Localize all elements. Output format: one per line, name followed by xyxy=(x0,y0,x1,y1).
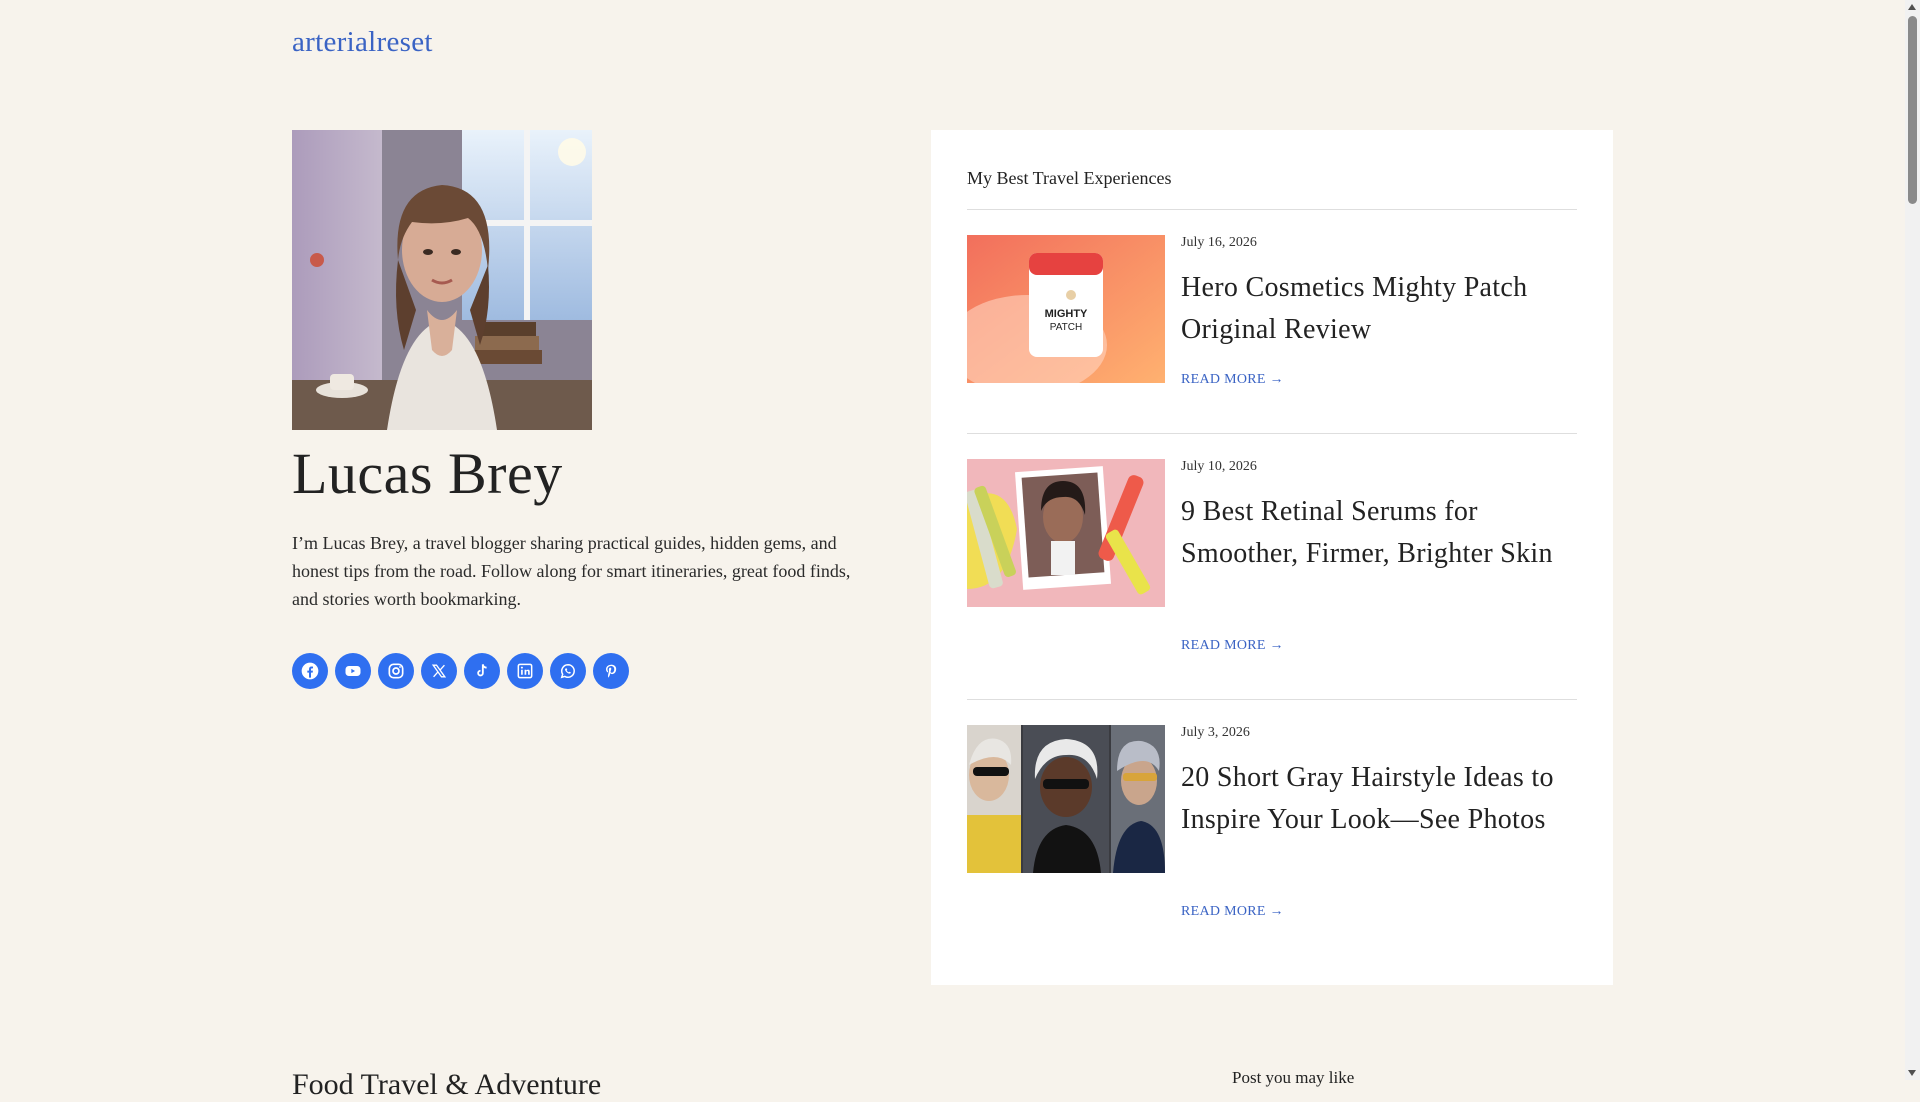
author-bio: I’m Lucas Brey, a travel blogger sharing… xyxy=(292,533,851,609)
post-title-link[interactable]: 9 Best Retinal Serums for Smoother, Firm… xyxy=(1181,491,1576,575)
x-link[interactable] xyxy=(421,653,457,689)
card-divider xyxy=(967,209,1577,210)
post-thumbnail[interactable] xyxy=(967,725,1165,873)
facebook-icon xyxy=(301,662,319,680)
tiktok-link[interactable] xyxy=(464,653,500,689)
pinterest-icon xyxy=(606,664,617,678)
scroll-up-arrow-icon[interactable] xyxy=(1908,4,1916,10)
site-title-link[interactable]: arterialreset xyxy=(292,26,433,59)
best-travel-experiences-card: My Best Travel Experiences MIGHTY PATCH … xyxy=(931,130,1613,985)
post-title-link[interactable]: Hero Cosmetics Mighty Patch Original Rev… xyxy=(1181,267,1576,351)
read-more-link[interactable]: READ MORE → xyxy=(1181,372,1284,388)
mighty-patch-thumbnail: MIGHTY PATCH xyxy=(967,235,1165,383)
read-more-link[interactable]: READ MORE → xyxy=(1181,904,1284,920)
post-thumbnail[interactable] xyxy=(967,459,1165,607)
author-portrait-image xyxy=(292,130,592,430)
post-divider xyxy=(967,699,1577,700)
vertical-scrollbar[interactable] xyxy=(1905,0,1920,1080)
section-heading-food-travel: Food Travel & Adventure xyxy=(292,1068,602,1101)
linkedin-link[interactable] xyxy=(507,653,543,689)
tiktok-icon xyxy=(477,664,487,677)
instagram-link[interactable] xyxy=(378,653,414,689)
gray-hairstyles-thumbnail xyxy=(967,725,1165,873)
author-name: Lucas Brey xyxy=(292,441,563,506)
post-date: July 16, 2026 xyxy=(1181,235,1257,250)
linkedin-icon xyxy=(517,663,533,679)
social-links xyxy=(292,653,629,689)
post-item: MIGHTY PATCH July 16, 2026 Hero Cosmetic… xyxy=(967,235,1577,435)
thumb-text-mighty: MIGHTY xyxy=(1045,308,1088,320)
post-divider xyxy=(967,433,1577,434)
read-more-link[interactable]: READ MORE → xyxy=(1181,638,1284,654)
post-thumbnail[interactable]: MIGHTY PATCH xyxy=(967,235,1165,383)
youtube-icon xyxy=(345,666,361,676)
section-heading-post-you-may-like: Post you may like xyxy=(1232,1068,1355,1087)
post-date: July 3, 2026 xyxy=(1181,725,1250,740)
whatsapp-link[interactable] xyxy=(550,653,586,689)
portrait-illustration xyxy=(292,130,592,430)
youtube-link[interactable] xyxy=(335,653,371,689)
thumb-text-patch: PATCH xyxy=(1050,322,1082,333)
retinal-serums-thumbnail xyxy=(967,459,1165,607)
instagram-icon xyxy=(388,663,404,679)
x-icon xyxy=(431,664,447,678)
post-item: July 10, 2026 9 Best Retinal Serums for … xyxy=(967,459,1577,699)
card-heading: My Best Travel Experiences xyxy=(967,168,1172,188)
facebook-link[interactable] xyxy=(292,653,328,689)
post-item: July 3, 2026 20 Short Gray Hairstyle Ide… xyxy=(967,725,1577,965)
post-date: July 10, 2026 xyxy=(1181,459,1257,474)
pinterest-link[interactable] xyxy=(593,653,629,689)
post-title-link[interactable]: 20 Short Gray Hairstyle Ideas to Inspire… xyxy=(1181,757,1576,841)
whatsapp-icon xyxy=(560,663,575,679)
scroll-down-arrow-icon[interactable] xyxy=(1908,1070,1916,1076)
scrollbar-thumb[interactable] xyxy=(1908,16,1917,204)
